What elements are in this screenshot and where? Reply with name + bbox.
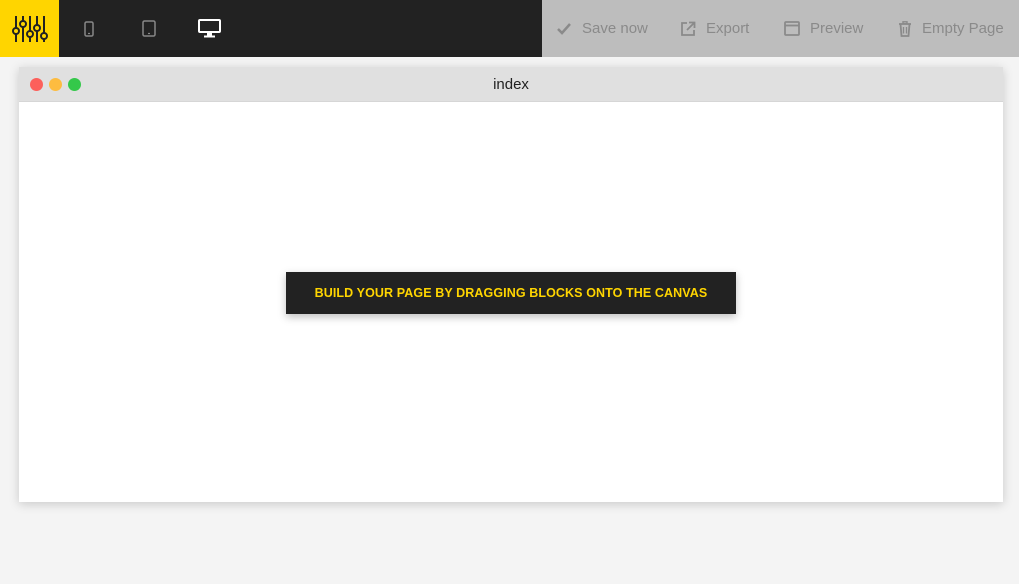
sliders-icon	[11, 15, 48, 42]
preview-label: Preview	[810, 20, 864, 37]
device-mobile-button[interactable]	[59, 0, 119, 57]
export-label: Export	[706, 20, 750, 37]
save-label: Save now	[582, 20, 648, 37]
window-controls	[30, 78, 87, 91]
browser-titlebar: index	[19, 67, 1003, 102]
top-toolbar: Save now Export Preview Empty Page	[0, 0, 1019, 57]
minimize-dot[interactable]	[49, 78, 62, 91]
export-button[interactable]: Export	[680, 0, 749, 57]
phone-icon	[84, 20, 94, 37]
actions-bar: Save now Export Preview Empty Page	[542, 0, 1019, 57]
preview-icon	[784, 21, 800, 36]
page-title: index	[493, 75, 529, 93]
browser-frame: index BUILD YOUR PAGE BY DRAGGING BLOCKS…	[19, 67, 1003, 502]
empty-canvas-hint: BUILD YOUR PAGE BY DRAGGING BLOCKS ONTO …	[286, 272, 736, 314]
tablet-icon	[142, 20, 156, 37]
device-desktop-button[interactable]	[179, 0, 239, 57]
save-button[interactable]: Save now	[556, 0, 648, 57]
desktop-icon	[197, 19, 221, 38]
export-icon	[681, 21, 696, 36]
maximize-dot[interactable]	[68, 78, 81, 91]
check-icon	[557, 22, 571, 35]
empty-page-label: Empty Page	[922, 20, 1004, 37]
blocks-panel-toggle[interactable]	[0, 0, 59, 57]
device-tablet-button[interactable]	[119, 0, 179, 57]
empty-page-button[interactable]: Empty Page	[898, 0, 1004, 57]
close-dot[interactable]	[30, 78, 43, 91]
page-canvas[interactable]: BUILD YOUR PAGE BY DRAGGING BLOCKS ONTO …	[19, 102, 1003, 502]
trash-icon	[899, 20, 911, 37]
preview-button[interactable]: Preview	[784, 0, 863, 57]
